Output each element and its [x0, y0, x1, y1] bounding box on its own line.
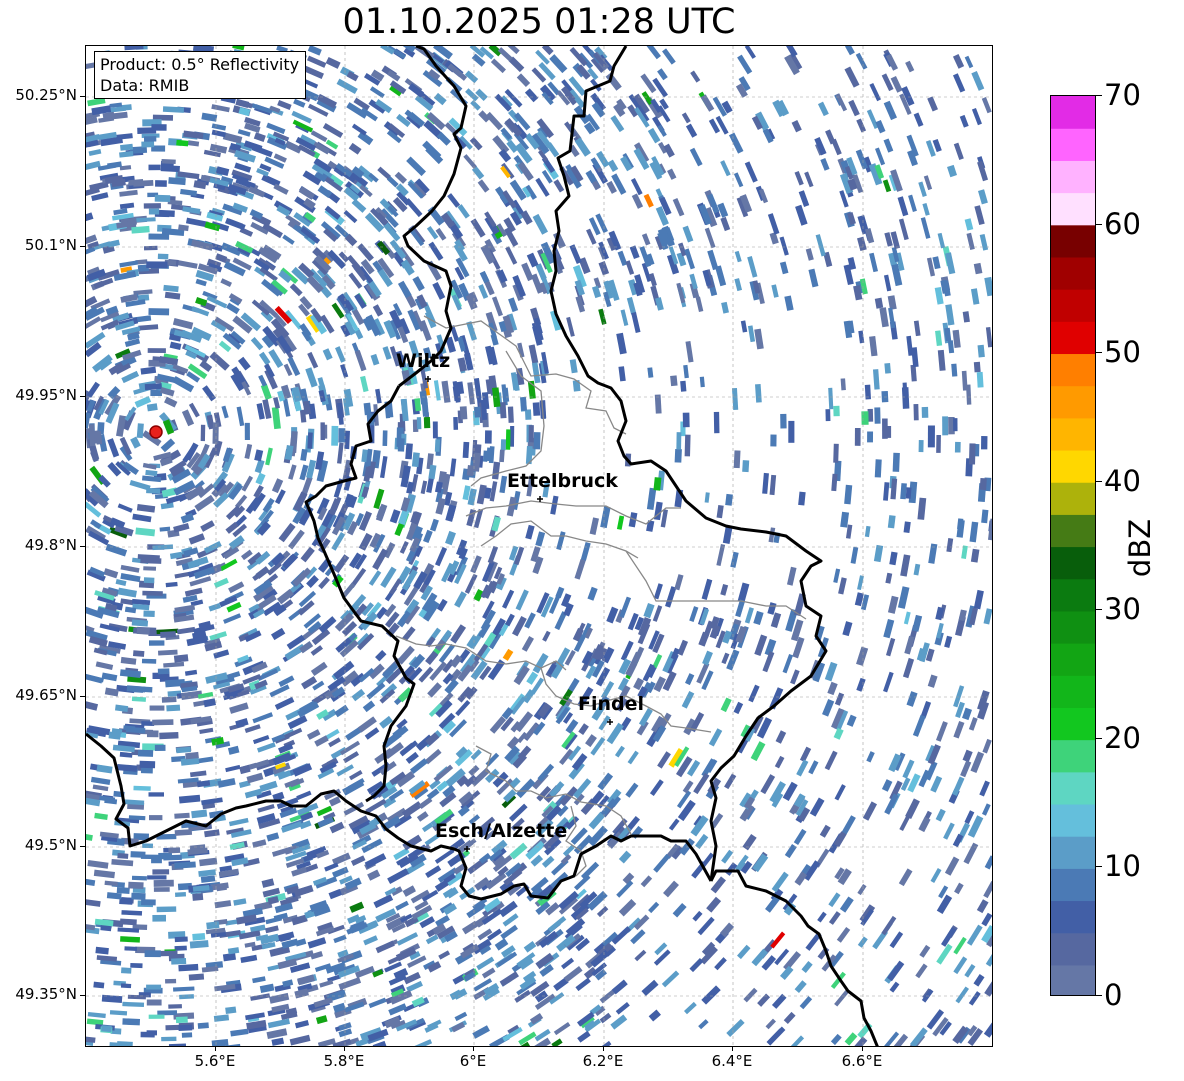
colorbar-label: 60	[1104, 207, 1141, 241]
lon-tick	[473, 1046, 474, 1051]
colorbar-segment	[1051, 739, 1095, 773]
district-boundaries	[395, 315, 807, 877]
lat-tick	[80, 696, 85, 697]
lon-tick	[344, 1046, 345, 1051]
product-info-box: Product: 0.5° Reflectivity Data: RMIB	[94, 51, 307, 99]
lat-label: 49.65°N	[15, 686, 77, 704]
lat-label: 49.8°N	[24, 536, 77, 554]
colorbar-tick	[1096, 352, 1102, 353]
colorbar-tick	[1096, 224, 1102, 225]
colorbar-segment	[1051, 932, 1095, 966]
colorbar-title: dBZ	[1123, 518, 1157, 578]
city-markers	[425, 376, 613, 852]
city-marker-ettelbruck	[537, 496, 543, 502]
lon-label: 6.6°E	[841, 1052, 883, 1070]
lat-tick	[80, 846, 85, 847]
city-label-esch-alzette: Esch/Alzette	[435, 820, 568, 842]
colorbar-label: 40	[1104, 464, 1141, 498]
lon-label: 6.4°E	[711, 1052, 753, 1070]
colorbar-tick	[1096, 95, 1102, 96]
colorbar-segment	[1051, 482, 1095, 515]
lat-label: 49.5°N	[24, 836, 77, 854]
colorbar-segment	[1051, 514, 1095, 548]
lon-tick	[862, 1046, 863, 1051]
colorbar-tick	[1096, 481, 1102, 482]
colorbar-segment	[1051, 771, 1095, 805]
city-label-findel: Findel	[578, 693, 645, 715]
lon-tick	[215, 1046, 216, 1051]
colorbar-segment	[1051, 192, 1095, 226]
lon-label: 5.8°E	[323, 1052, 365, 1070]
lat-label: 50.1°N	[24, 236, 77, 254]
lat-label: 50.25°N	[15, 86, 77, 104]
lon-label: 5.6°E	[194, 1052, 236, 1070]
colorbar-segment	[1051, 449, 1095, 483]
lat-label: 49.35°N	[15, 985, 77, 1003]
lat-tick	[80, 96, 85, 97]
lon-label: 6°E	[459, 1052, 487, 1070]
lon-tick	[732, 1046, 733, 1051]
lat-label: 49.95°N	[15, 386, 77, 404]
city-label-ettelbruck: Ettelbruck	[507, 470, 618, 492]
colorbar-segment	[1051, 417, 1095, 451]
lon-label: 6.2°E	[582, 1052, 624, 1070]
colorbar-segment	[1051, 868, 1095, 902]
colorbar-segment	[1051, 803, 1095, 837]
colorbar-tick	[1096, 609, 1102, 610]
lat-tick	[80, 995, 85, 996]
radar-site-marker	[149, 425, 163, 439]
colorbar-segment	[1051, 96, 1095, 129]
colorbar-segment	[1051, 964, 1095, 995]
colorbar-segment	[1051, 289, 1095, 322]
colorbar-tick	[1096, 738, 1102, 739]
lat-tick	[80, 396, 85, 397]
colorbar-tick	[1096, 866, 1102, 867]
colorbar-segment	[1051, 675, 1095, 708]
map-title: 01.10.2025 01:28 UTC	[342, 2, 736, 42]
colorbar-segment	[1051, 256, 1095, 290]
colorbar-segment	[1051, 128, 1095, 161]
country-borders	[86, 46, 879, 1046]
colorbar-segment	[1051, 160, 1095, 194]
colorbar-label: 50	[1104, 335, 1141, 369]
city-marker-findel	[607, 719, 613, 725]
colorbar-segment	[1051, 321, 1095, 355]
colorbar-segment	[1051, 707, 1095, 741]
radar-site	[149, 425, 163, 439]
data-source-label: Data: RMIB	[100, 76, 190, 95]
colorbar-segment	[1051, 385, 1095, 419]
lat-tick	[80, 546, 85, 547]
colorbar	[1050, 95, 1096, 996]
colorbar-label: 70	[1104, 78, 1141, 112]
product-label: Product: 0.5° Reflectivity	[100, 55, 300, 74]
lat-tick	[80, 246, 85, 247]
colorbar-segment	[1051, 610, 1095, 644]
colorbar-label: 30	[1104, 592, 1141, 626]
colorbar-label: 10	[1104, 849, 1141, 883]
colorbar-segment	[1051, 643, 1095, 676]
colorbar-label: 0	[1104, 978, 1123, 1012]
city-marker-wiltz	[425, 376, 431, 382]
radar-map[interactable]	[85, 45, 993, 1047]
colorbar-segment	[1051, 224, 1095, 258]
colorbar-segment	[1051, 900, 1095, 934]
lon-tick	[603, 1046, 604, 1051]
colorbar-segment	[1051, 578, 1095, 612]
colorbar-segment	[1051, 836, 1095, 869]
colorbar-segment	[1051, 353, 1095, 387]
map-overlay	[86, 46, 992, 1046]
colorbar-label: 20	[1104, 721, 1141, 755]
colorbar-segment	[1051, 546, 1095, 580]
city-label-wiltz: Wiltz	[396, 350, 451, 372]
colorbar-tick	[1096, 995, 1102, 996]
